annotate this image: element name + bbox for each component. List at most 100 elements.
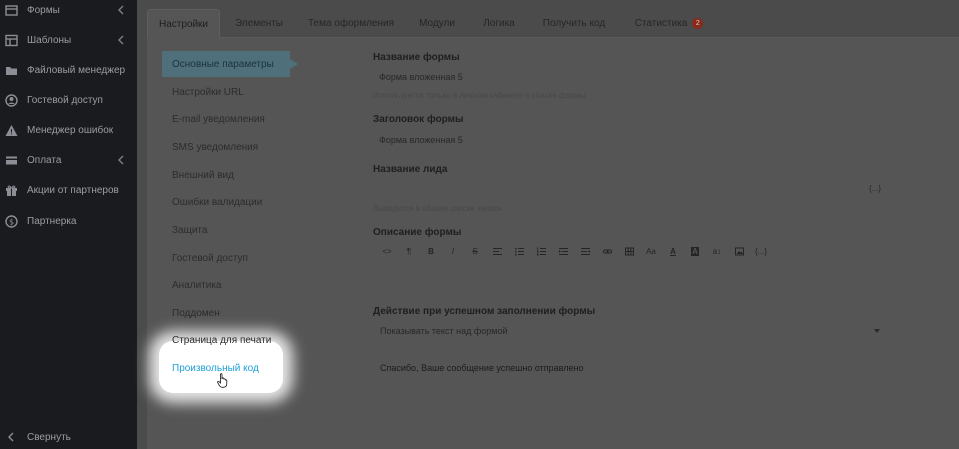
svg-text:$: $ <box>9 217 14 226</box>
menu-item-analytics[interactable]: Аналитика <box>172 273 222 297</box>
success-action-label: Действие при успешном заполнении формы <box>373 306 596 317</box>
form-icon <box>5 4 18 17</box>
menu-item-label: Страница для печати <box>172 334 272 346</box>
success-action-value: Показывать текст над формой <box>380 326 508 336</box>
chevron-left-icon <box>117 5 125 15</box>
sidebar-item-label: Акции от партнеров <box>27 184 119 196</box>
notification-badge: 2 <box>692 18 704 29</box>
lead-name-label: Название лида <box>373 164 448 175</box>
menu-item-label: E-mail уведомления <box>172 113 265 125</box>
menu-item-label: SMS уведомления <box>172 141 259 153</box>
menu-item-guest-access[interactable]: Гостевой доступ <box>172 246 248 270</box>
chevron-left-icon <box>117 155 125 165</box>
tab-label: Элементы <box>235 18 283 29</box>
form-description-label: Описание формы <box>373 227 462 238</box>
sidebar: Формы Шаблоны Файловый менеджер Гостевой… <box>0 0 137 449</box>
main-content: Настройки Элементы Тема оформления Модул… <box>137 0 959 449</box>
menu-item-label: Основные параметры <box>172 58 274 70</box>
insert-variable-button[interactable]: {...} <box>869 184 881 193</box>
user-icon <box>5 93 18 107</box>
sidebar-item-label: Оплата <box>27 154 62 166</box>
credit-card-icon <box>5 154 18 167</box>
outdent-icon[interactable] <box>552 242 574 260</box>
code-view-icon[interactable]: <> <box>376 242 398 260</box>
sidebar-item-label: Файловый менеджер <box>27 64 126 76</box>
sidebar-item-label: Гостевой доступ <box>27 94 103 106</box>
line-height-icon[interactable]: a↕ <box>706 242 728 260</box>
tab-label: Настройки <box>158 18 209 30</box>
menu-item-label: Ошибки валидации <box>172 196 263 208</box>
menu-item-label: Настройки URL <box>172 86 244 98</box>
paragraph-icon[interactable]: ¶ <box>398 242 420 260</box>
menu-item-basic-params[interactable]: Основные параметры <box>162 51 298 77</box>
tab-logic[interactable]: Логика <box>473 9 525 38</box>
success-action-select[interactable]: Показывать текст над формой <box>373 320 883 342</box>
chevron-left-icon <box>7 432 15 442</box>
editor-toolbar: <> ¶ B I S Aa A A a↕ {...} <box>376 242 772 260</box>
sidebar-item-partner-promos[interactable]: Акции от партнеров <box>0 175 137 205</box>
menu-item-sms-notifications[interactable]: SMS уведомления <box>172 135 258 159</box>
form-name-label: Название формы <box>373 52 460 63</box>
tab-get-code[interactable]: Получить код <box>535 9 613 38</box>
sidebar-item-file-manager[interactable]: Файловый менеджер <box>0 55 137 85</box>
menu-item-appearance[interactable]: Внешний вид <box>172 163 234 187</box>
tab-statistics[interactable]: Статистика 2 <box>625 9 713 38</box>
unordered-list-icon[interactable] <box>508 242 530 260</box>
ordered-list-icon[interactable] <box>530 242 552 260</box>
tab-bar: Настройки Элементы Тема оформления Модул… <box>147 9 959 39</box>
sidebar-item-affiliate[interactable]: $ Партнерка <box>0 206 137 236</box>
tab-settings[interactable]: Настройки <box>147 9 220 39</box>
menu-item-label: Гостевой доступ <box>172 252 248 264</box>
tab-theme[interactable]: Тема оформления <box>303 9 399 38</box>
image-icon[interactable] <box>728 242 750 260</box>
variables-icon[interactable]: {...} <box>750 242 772 260</box>
table-icon[interactable] <box>618 242 640 260</box>
menu-item-print-page[interactable]: Страница для печати <box>172 328 271 352</box>
collapse-sidebar-button[interactable]: Свернуть <box>0 424 137 449</box>
sidebar-item-error-manager[interactable]: Менеджер ошибок <box>0 115 137 145</box>
sidebar-item-guest-access[interactable]: Гостевой доступ <box>0 85 137 115</box>
tab-label: Модули <box>419 18 455 29</box>
menu-item-subdomain[interactable]: Поддомен <box>172 301 220 325</box>
tab-modules[interactable]: Модули <box>410 9 464 38</box>
menu-item-label: Поддомен <box>172 307 220 319</box>
sidebar-item-forms[interactable]: Формы <box>0 0 137 25</box>
tab-elements[interactable]: Элементы <box>225 9 293 38</box>
template-icon <box>5 34 18 47</box>
form-heading-label: Заголовок формы <box>373 114 464 125</box>
sidebar-item-label: Партнерка <box>27 215 77 227</box>
chevron-down-icon <box>874 329 880 333</box>
background-color-icon[interactable]: A <box>684 242 706 260</box>
background-color-glyph: A <box>691 246 699 256</box>
italic-icon[interactable]: I <box>442 242 464 260</box>
font-size-icon[interactable]: Aa <box>640 242 662 260</box>
bold-icon[interactable]: B <box>420 242 442 260</box>
form-heading-input[interactable]: Форма вложенная 5 <box>373 129 883 151</box>
form-name-input[interactable]: Форма вложенная 5 <box>373 66 883 88</box>
menu-item-validation-errors[interactable]: Ошибки валидации <box>172 190 262 214</box>
menu-item-custom-code[interactable]: Произвольный код <box>172 356 259 380</box>
sidebar-item-payment[interactable]: Оплата <box>0 145 137 175</box>
align-icon[interactable] <box>486 242 508 260</box>
success-message-text[interactable]: Спасибо, Ваше сообщение успешно отправле… <box>380 363 583 373</box>
lead-name-input[interactable] <box>373 179 883 201</box>
dollar-icon: $ <box>5 214 18 228</box>
tab-label: Статистика <box>634 18 688 29</box>
link-icon[interactable] <box>596 242 618 260</box>
indent-icon[interactable] <box>574 242 596 260</box>
menu-item-email-notifications[interactable]: E-mail уведомления <box>172 107 265 131</box>
file-manager-icon <box>5 64 18 77</box>
strikethrough-icon[interactable]: S <box>464 242 486 260</box>
form-name-hint: Используется только в личном кабинете в … <box>373 91 586 100</box>
menu-item-label: Защита <box>172 224 208 236</box>
menu-item-url-settings[interactable]: Настройки URL <box>172 80 244 104</box>
font-color-icon[interactable]: A <box>662 242 684 260</box>
settings-panel: Основные параметры Настройки URL E-mail … <box>147 38 959 449</box>
sidebar-item-label: Менеджер ошибок <box>27 124 114 136</box>
sidebar-item-label: Формы <box>27 4 60 16</box>
sidebar-item-templates[interactable]: Шаблоны <box>0 25 137 55</box>
menu-item-label: Аналитика <box>172 279 222 291</box>
tab-label: Тема оформления <box>307 18 395 29</box>
warning-icon <box>5 124 18 137</box>
menu-item-protection[interactable]: Защита <box>172 218 207 242</box>
